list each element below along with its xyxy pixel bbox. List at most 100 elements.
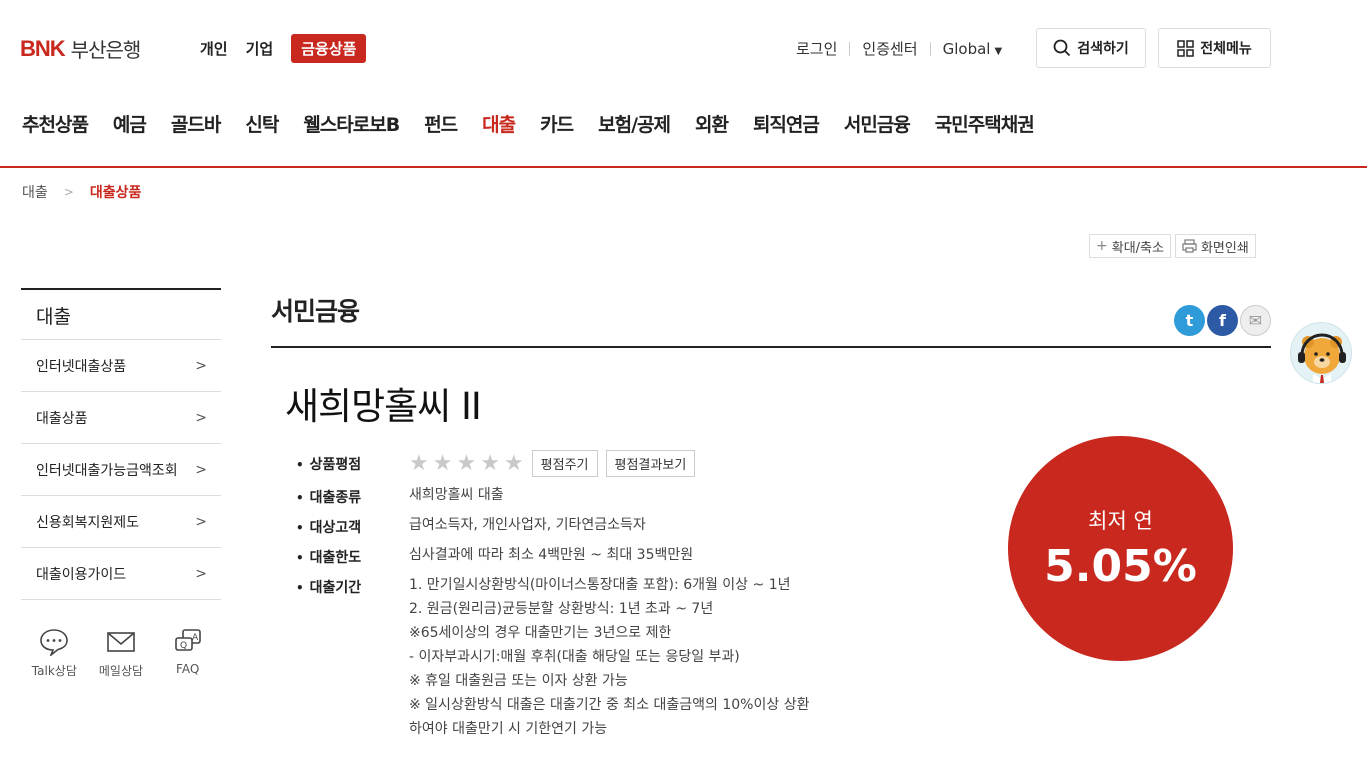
search-icon bbox=[1053, 39, 1071, 57]
divider bbox=[849, 41, 851, 56]
twitter-icon[interactable]: t bbox=[1174, 305, 1205, 336]
period-line: ※ 일시상환방식 대출은 대출기간 중 최소 대출금액의 10%이상 상환 bbox=[409, 697, 810, 713]
star-icon: ★ bbox=[409, 451, 429, 476]
utility-links: 로그인 인증센터 Global ▼ bbox=[796, 38, 1002, 59]
breadcrumb: 대출 > 대출상품 bbox=[22, 182, 141, 202]
sidebar-item-loan-products[interactable]: 대출상품 > bbox=[21, 392, 221, 444]
all-menu-button[interactable]: 전체메뉴 bbox=[1158, 28, 1271, 68]
search-label: 검색하기 bbox=[1077, 41, 1129, 57]
main-nav-item[interactable]: 예금 bbox=[113, 110, 147, 137]
global-label: Global bbox=[942, 39, 991, 58]
main-nav-item[interactable]: 국민주택채권 bbox=[935, 110, 1035, 137]
main-nav-item[interactable]: 펀드 bbox=[424, 110, 458, 137]
svg-text:Q: Q bbox=[180, 641, 187, 651]
chevron-right-icon: > bbox=[195, 461, 207, 478]
top-nav-corporate[interactable]: 기업 bbox=[246, 38, 274, 59]
print-button[interactable]: 화면인쇄 bbox=[1174, 234, 1256, 258]
info-value: 심사결과에 따라 최소 4백만원 ~ 최대 35백만원 bbox=[409, 547, 694, 563]
sidebar-item-label: 대출상품 bbox=[36, 410, 88, 427]
info-row: 대출한도 심사결과에 따라 최소 4백만원 ~ 최대 35백만원 bbox=[296, 547, 896, 567]
envelope-icon bbox=[107, 632, 135, 652]
main-nav-item[interactable]: 대출 bbox=[482, 110, 516, 137]
sidebar: 대출 인터넷대출상품 > 대출상품 > 인터넷대출가능금액조회 > 신용회복지원제도 >… bbox=[21, 288, 221, 600]
top-nav: 개인 기업 금융상품 bbox=[200, 34, 367, 63]
email-share-icon[interactable]: ✉ bbox=[1240, 305, 1271, 336]
info-row: 대출종류 새희망홀씨 대출 bbox=[296, 487, 896, 507]
caret-down-icon: ▼ bbox=[994, 45, 1003, 57]
global-dropdown[interactable]: Global ▼ bbox=[943, 40, 1003, 58]
main-nav-item[interactable]: 서민금융 bbox=[844, 110, 911, 137]
period-line: ※ 휴일 대출원금 또는 이자 상환 가능 bbox=[409, 673, 628, 689]
main-nav-item[interactable]: 카드 bbox=[540, 110, 574, 137]
divider bbox=[929, 41, 931, 56]
period-line: 1. 만기일시상환방식(마이너스통장대출 포함): 6개월 이상 ~ 1년 bbox=[409, 577, 791, 593]
plus-icon: + bbox=[1096, 238, 1108, 254]
svg-text:A: A bbox=[192, 633, 199, 643]
share-buttons: t f ✉ bbox=[1174, 305, 1271, 336]
rate-badge: 최저 연 5.05% bbox=[1008, 436, 1233, 661]
star-icon: ★ bbox=[503, 451, 524, 476]
sidebar-item-loan-guide[interactable]: 대출이용가이드 > bbox=[21, 548, 221, 600]
chevron-right-icon: > bbox=[63, 185, 74, 199]
main-nav-item[interactable]: 추천상품 bbox=[22, 110, 89, 137]
star-icon: ★ bbox=[432, 451, 453, 476]
zoom-label: 확대/축소 bbox=[1111, 240, 1164, 256]
main-nav-item[interactable]: 퇴직연금 bbox=[753, 110, 820, 137]
product-name: 새희망홀씨 II bbox=[285, 385, 482, 428]
talk-consult-label: Talk상담 bbox=[31, 664, 77, 678]
period-line: 2. 원금(원리금)균등분할 상환방식: 1년 초과 ~ 7년 bbox=[409, 601, 714, 617]
period-value: 1. 만기일시상환방식(마이너스통장대출 포함): 6개월 이상 ~ 1년 2.… bbox=[409, 573, 809, 741]
faq-button[interactable]: QA FAQ bbox=[158, 628, 218, 679]
logo-bank-text: 부산은행 bbox=[70, 38, 142, 62]
page-tools: + 확대/축소 화면인쇄 bbox=[1089, 234, 1256, 258]
search-button[interactable]: 검색하기 bbox=[1036, 28, 1146, 68]
top-nav-personal[interactable]: 개인 bbox=[200, 38, 228, 59]
chat-bubble-icon bbox=[40, 629, 69, 656]
page-title: 서민금융 bbox=[271, 288, 1271, 348]
faq-label: FAQ bbox=[176, 662, 200, 676]
main-nav: 추천상품 예금 골드바 신탁 웰스타로보B 펀드 대출 카드 보험/공제 외환 퇴직연금 서민금융 국민… bbox=[22, 110, 1035, 137]
sidebar-title: 대출 bbox=[21, 288, 221, 340]
period-line: 하여야 대출만기 시 기한연기 가능 bbox=[409, 721, 608, 737]
cert-center-link[interactable]: 인증센터 bbox=[862, 38, 917, 59]
main-nav-item[interactable]: 골드바 bbox=[171, 110, 221, 137]
sidebar-item-internet-loan[interactable]: 인터넷대출상품 > bbox=[21, 340, 221, 392]
talk-consult-button[interactable]: Talk상담 bbox=[24, 628, 84, 679]
main-nav-item[interactable]: 외환 bbox=[695, 110, 729, 137]
sidebar-item-credit-recovery[interactable]: 신용회복지원제도 > bbox=[21, 496, 221, 548]
info-value: 새희망홀씨 대출 bbox=[409, 487, 504, 503]
printer-icon bbox=[1182, 239, 1197, 253]
print-label: 화면인쇄 bbox=[1200, 240, 1249, 256]
rating-result-button[interactable]: 평점결과보기 bbox=[605, 450, 696, 477]
breadcrumb-current[interactable]: 대출상품 bbox=[90, 182, 142, 202]
bnk-logo[interactable]: BNK 부산은행 bbox=[20, 34, 142, 63]
facebook-icon[interactable]: f bbox=[1207, 305, 1238, 336]
rating-label: 상품평점 bbox=[296, 454, 409, 477]
sidebar-item-label: 신용회복지원제도 bbox=[36, 514, 140, 531]
all-menu-label: 전체메뉴 bbox=[1200, 41, 1252, 57]
main-nav-item[interactable]: 신탁 bbox=[245, 110, 279, 137]
chevron-right-icon: > bbox=[195, 409, 207, 426]
sidebar-item-loan-limit-check[interactable]: 인터넷대출가능금액조회 > bbox=[21, 444, 221, 496]
main-content: 서민금융 t f ✉ 새희망홀씨 II 상품평점 ★ ★ ★ ★ ★ 평점주기 … bbox=[271, 288, 1271, 737]
grid-icon bbox=[1177, 39, 1194, 57]
login-link[interactable]: 로그인 bbox=[796, 38, 837, 59]
chatbot-mascot-icon[interactable] bbox=[1290, 322, 1352, 384]
main-nav-item[interactable]: 웰스타로보B bbox=[303, 110, 400, 137]
faq-icon: QA bbox=[174, 629, 201, 651]
top-nav-products[interactable]: 금융상품 bbox=[291, 34, 367, 63]
main-nav-item[interactable]: 보험/공제 bbox=[598, 110, 671, 137]
chevron-right-icon: > bbox=[195, 513, 207, 530]
chevron-right-icon: > bbox=[195, 565, 207, 582]
rating-row: 상품평점 ★ ★ ★ ★ ★ 평점주기 평점결과보기 bbox=[296, 450, 896, 477]
info-label: 대출한도 bbox=[296, 547, 409, 567]
site-header: BNK 부산은행 개인 기업 금융상품 로그인 인증센터 Global ▼ 검색하… bbox=[0, 0, 1367, 168]
star-icon: ★ bbox=[456, 451, 477, 476]
mail-consult-button[interactable]: 메일상담 bbox=[91, 628, 151, 679]
sidebar-item-label: 인터넷대출상품 bbox=[36, 358, 127, 375]
breadcrumb-root[interactable]: 대출 bbox=[22, 182, 48, 202]
zoom-button[interactable]: + 확대/축소 bbox=[1089, 234, 1171, 258]
rate-button[interactable]: 평점주기 bbox=[531, 450, 598, 477]
rating-stars: ★ ★ ★ ★ ★ 평점주기 평점결과보기 bbox=[409, 450, 696, 477]
period-label: 대출기간 bbox=[296, 577, 409, 741]
